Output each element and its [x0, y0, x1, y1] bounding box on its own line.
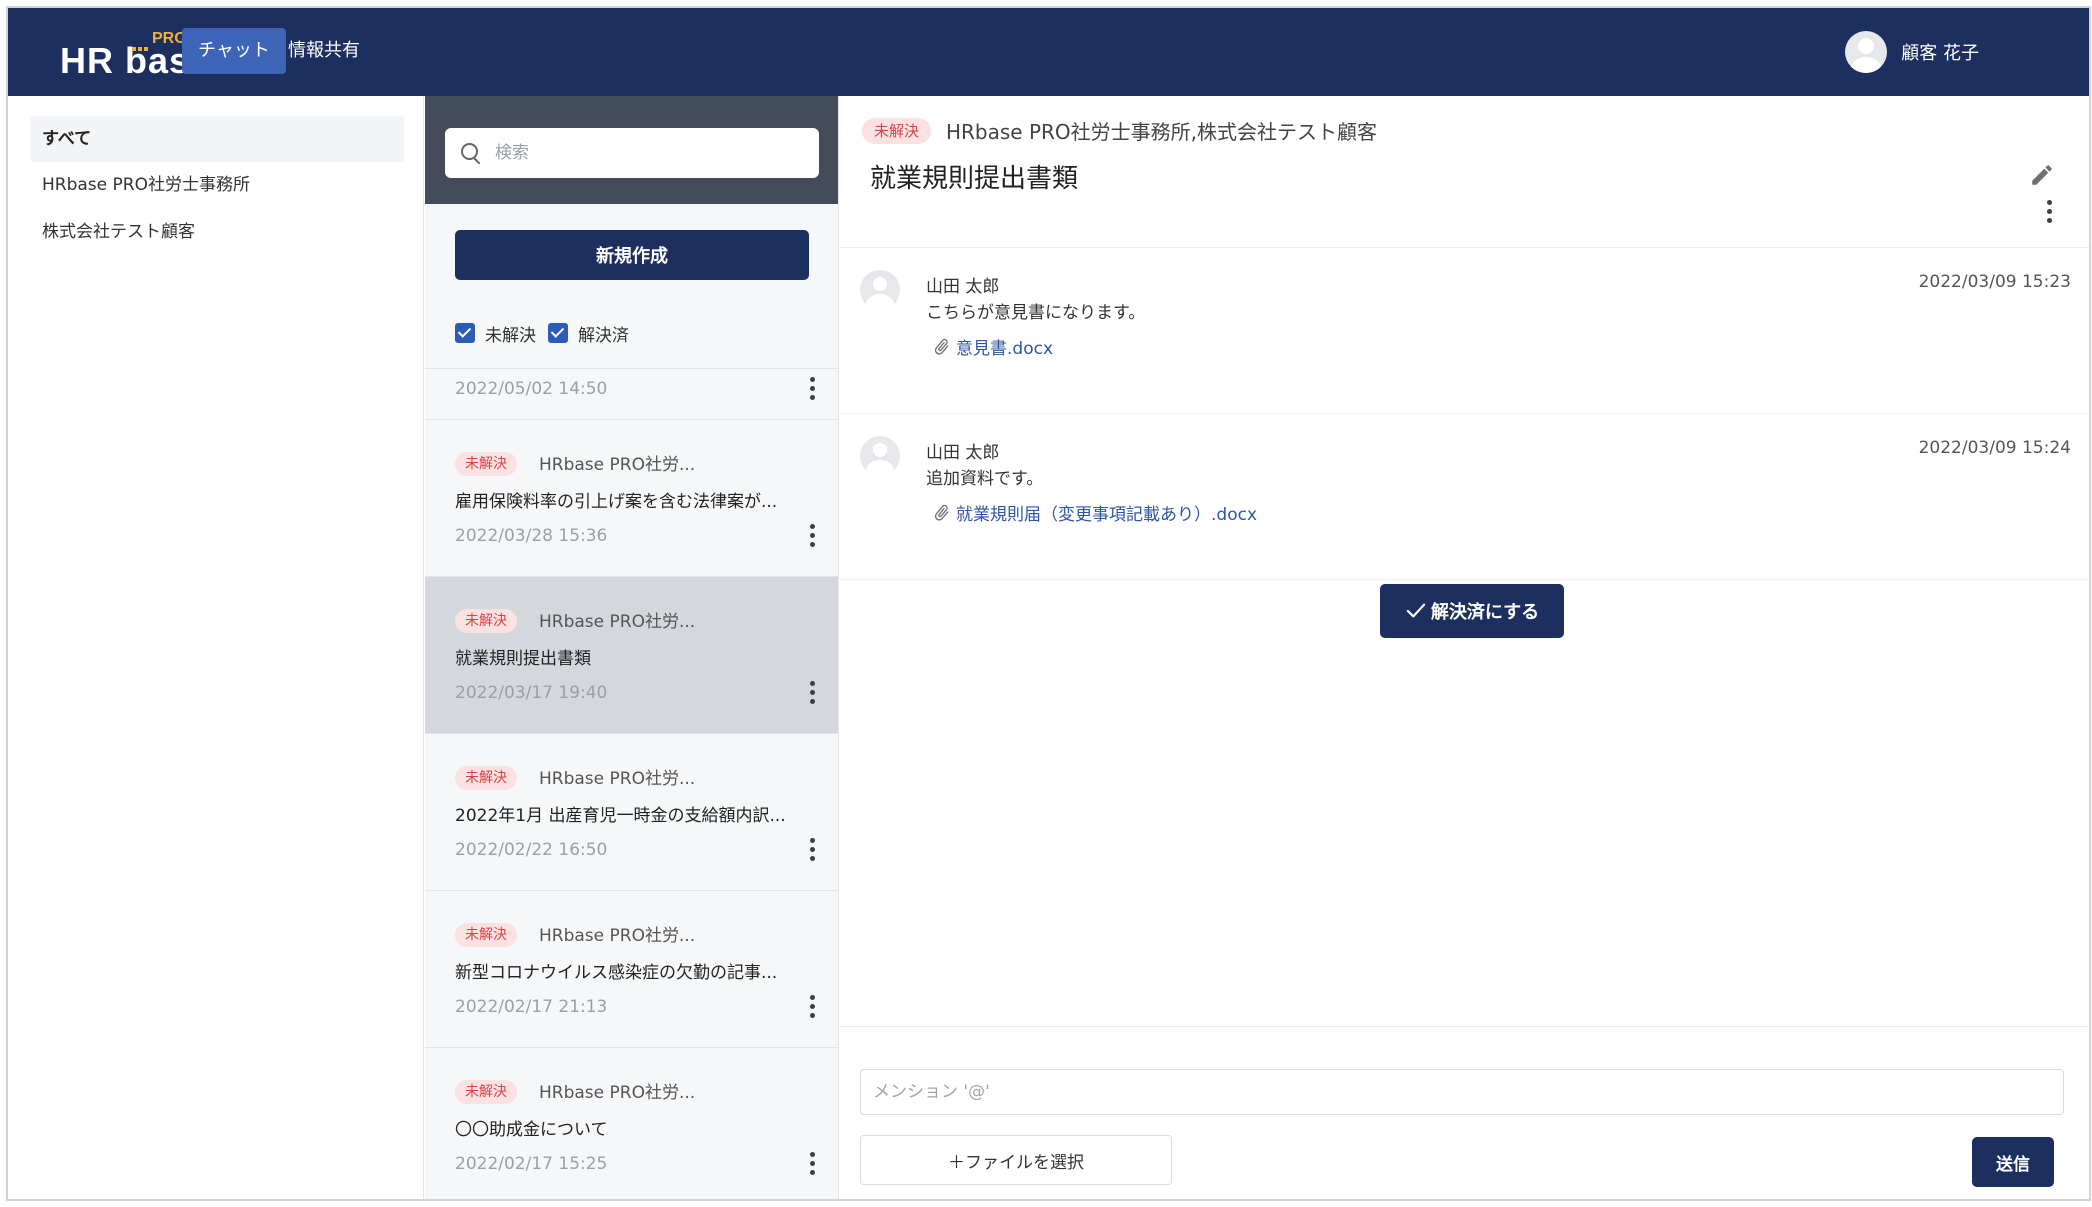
- paperclip-icon: [934, 504, 949, 521]
- tab-info-share[interactable]: 情報共有: [272, 28, 376, 74]
- avatar-icon: [860, 436, 900, 476]
- thread-date: 2022/02/17 21:13: [455, 997, 608, 1017]
- thread-list-panel: 新規作成 未解決 解決済 2022/05/02 14:50 未解決 HRbase…: [425, 96, 839, 1199]
- chat-title: 就業規則提出書類: [870, 164, 1079, 194]
- paperclip-icon: [934, 338, 949, 355]
- attachment-name: 就業規則届（変更事項記載あり）.docx: [956, 505, 1258, 525]
- thread-item[interactable]: 未解決 HRbase PRO社労... 雇用保険料率の引上げ案を含む法律案が..…: [425, 420, 838, 577]
- more-vert-icon[interactable]: [808, 836, 818, 864]
- mention-input[interactable]: [860, 1069, 2064, 1115]
- thread-org: HRbase PRO社労...: [539, 769, 696, 789]
- new-thread-button[interactable]: 新規作成: [455, 230, 809, 280]
- more-vert-icon[interactable]: [808, 993, 818, 1021]
- thread-title: 新型コロナウイルス感染症の欠勤の記事...: [455, 963, 778, 983]
- filter-resolved[interactable]: 解決済: [548, 321, 629, 346]
- thread-org: HRbase PRO社労...: [539, 926, 696, 946]
- filter-resolved-label: 解決済: [578, 325, 629, 346]
- filter-unresolved[interactable]: 未解決: [455, 321, 536, 346]
- thread-title: 2022年1月 出産育児一時金の支給額内訳...: [455, 806, 786, 826]
- thread-date: 2022/02/17 15:25: [455, 1154, 608, 1174]
- message-item: 山田 太郎 追加資料です。 2022/03/09 15:24 就業規則届（変更事…: [840, 414, 2089, 580]
- message-time: 2022/03/09 15:23: [1918, 272, 2071, 292]
- message-item: 山田 太郎 こちらが意見書になります。 2022/03/09 15:23 意見書…: [840, 248, 2089, 414]
- choose-file-button[interactable]: ＋ファイルを選択: [860, 1135, 1172, 1185]
- status-badge: 未解決: [455, 766, 517, 790]
- tab-chat[interactable]: チャット: [182, 28, 286, 74]
- status-badge: 未解決: [862, 118, 932, 144]
- sidebar-item-client[interactable]: 株式会社テスト顧客: [30, 209, 404, 255]
- thread-org: HRbase PRO社労...: [539, 612, 696, 632]
- thread-date: 2022/03/28 15:36: [455, 526, 608, 546]
- user-menu[interactable]: 顧客 花子: [1845, 30, 1979, 74]
- search-area: [425, 96, 838, 204]
- attachment-link[interactable]: 意見書.docx: [932, 334, 1053, 359]
- logo-dots-icon: [132, 36, 152, 51]
- message-body: 追加資料です。: [926, 469, 1044, 489]
- org-sidebar: すべて HRbase PRO社労士事務所 株式会社テスト顧客: [8, 96, 424, 1199]
- filter-unresolved-label: 未解決: [485, 325, 536, 346]
- message-author: 山田 太郎: [926, 443, 1000, 463]
- checkbox-checked-icon[interactable]: [455, 323, 475, 343]
- thread-item[interactable]: 未解決 HRbase PRO社労... 2022年1月 出産育児一時金の支給額内…: [425, 734, 838, 891]
- thread-item-selected[interactable]: 未解決 HRbase PRO社労... 就業規則提出書類 2022/03/17 …: [425, 577, 838, 734]
- chat-main: 未解決 HRbase PRO社労士事務所,株式会社テスト顧客 就業規則提出書類 …: [840, 96, 2089, 1199]
- check-icon: [1406, 603, 1426, 618]
- status-badge: 未解決: [455, 1080, 517, 1104]
- thread-item[interactable]: 未解決 HRbase PRO社労... 新型コロナウイルス感染症の欠勤の記事..…: [425, 891, 838, 1048]
- thread-title: 〇〇助成金について: [455, 1120, 608, 1140]
- user-avatar-icon: [1845, 31, 1888, 73]
- more-vert-icon[interactable]: [808, 679, 818, 707]
- more-vert-icon[interactable]: [808, 522, 818, 550]
- status-badge: 未解決: [455, 452, 517, 476]
- pencil-icon[interactable]: [2029, 162, 2055, 188]
- status-filters: 未解決 解決済: [455, 318, 641, 348]
- app-window: HR base PRO チャット 情報共有 顧客 花子 すべて HRbase P…: [6, 6, 2091, 1201]
- attachment-name: 意見書.docx: [956, 339, 1054, 359]
- chat-org: HRbase PRO社労士事務所,株式会社テスト顧客: [946, 120, 1378, 144]
- avatar-icon: [860, 270, 900, 310]
- thread-date: 2022/03/17 19:40: [455, 683, 608, 703]
- status-badge: 未解決: [455, 923, 517, 947]
- chat-header: 未解決 HRbase PRO社労士事務所,株式会社テスト顧客 就業規則提出書類: [840, 96, 2089, 248]
- message-time: 2022/03/09 15:24: [1918, 438, 2071, 458]
- more-vert-icon[interactable]: [808, 1150, 818, 1178]
- sidebar-item-office[interactable]: HRbase PRO社労士事務所: [30, 162, 404, 208]
- attachment-link[interactable]: 就業規則届（変更事項記載あり）.docx: [932, 500, 1257, 525]
- message-composer: ＋ファイルを選択 送信: [840, 1026, 2089, 1199]
- thread-list: 2022/05/02 14:50 未解決 HRbase PRO社労... 雇用保…: [425, 368, 838, 1199]
- resolve-button-label: 解決済にする: [1430, 602, 1540, 622]
- status-badge: 未解決: [455, 609, 517, 633]
- top-header: HR base PRO チャット 情報共有 顧客 花子: [8, 8, 2089, 96]
- more-vert-icon[interactable]: [808, 375, 818, 403]
- send-button[interactable]: 送信: [1972, 1137, 2054, 1187]
- search-input[interactable]: [495, 143, 795, 163]
- search-box[interactable]: [445, 128, 819, 178]
- checkbox-checked-icon[interactable]: [548, 323, 568, 343]
- message-author: 山田 太郎: [926, 277, 1000, 297]
- resolve-button[interactable]: 解決済にする: [1380, 584, 1564, 638]
- thread-date: 2022/02/22 16:50: [455, 840, 608, 860]
- thread-org: HRbase PRO社労...: [539, 455, 696, 475]
- sidebar-item-all[interactable]: すべて: [30, 116, 404, 162]
- thread-item[interactable]: 未解決 HRbase PRO社労... 〇〇助成金について 2022/02/17…: [425, 1048, 838, 1199]
- thread-date: 2022/05/02 14:50: [455, 379, 608, 399]
- more-vert-icon[interactable]: [2045, 198, 2055, 226]
- thread-org: HRbase PRO社労...: [539, 1083, 696, 1103]
- thread-title: 雇用保険料率の引上げ案を含む法律案が...: [455, 492, 778, 512]
- search-icon: [459, 141, 483, 165]
- thread-title: 就業規則提出書類: [455, 649, 591, 669]
- message-body: こちらが意見書になります。: [926, 303, 1146, 323]
- thread-item[interactable]: 2022/05/02 14:50: [425, 369, 838, 420]
- user-name: 顧客 花子: [1901, 43, 1979, 64]
